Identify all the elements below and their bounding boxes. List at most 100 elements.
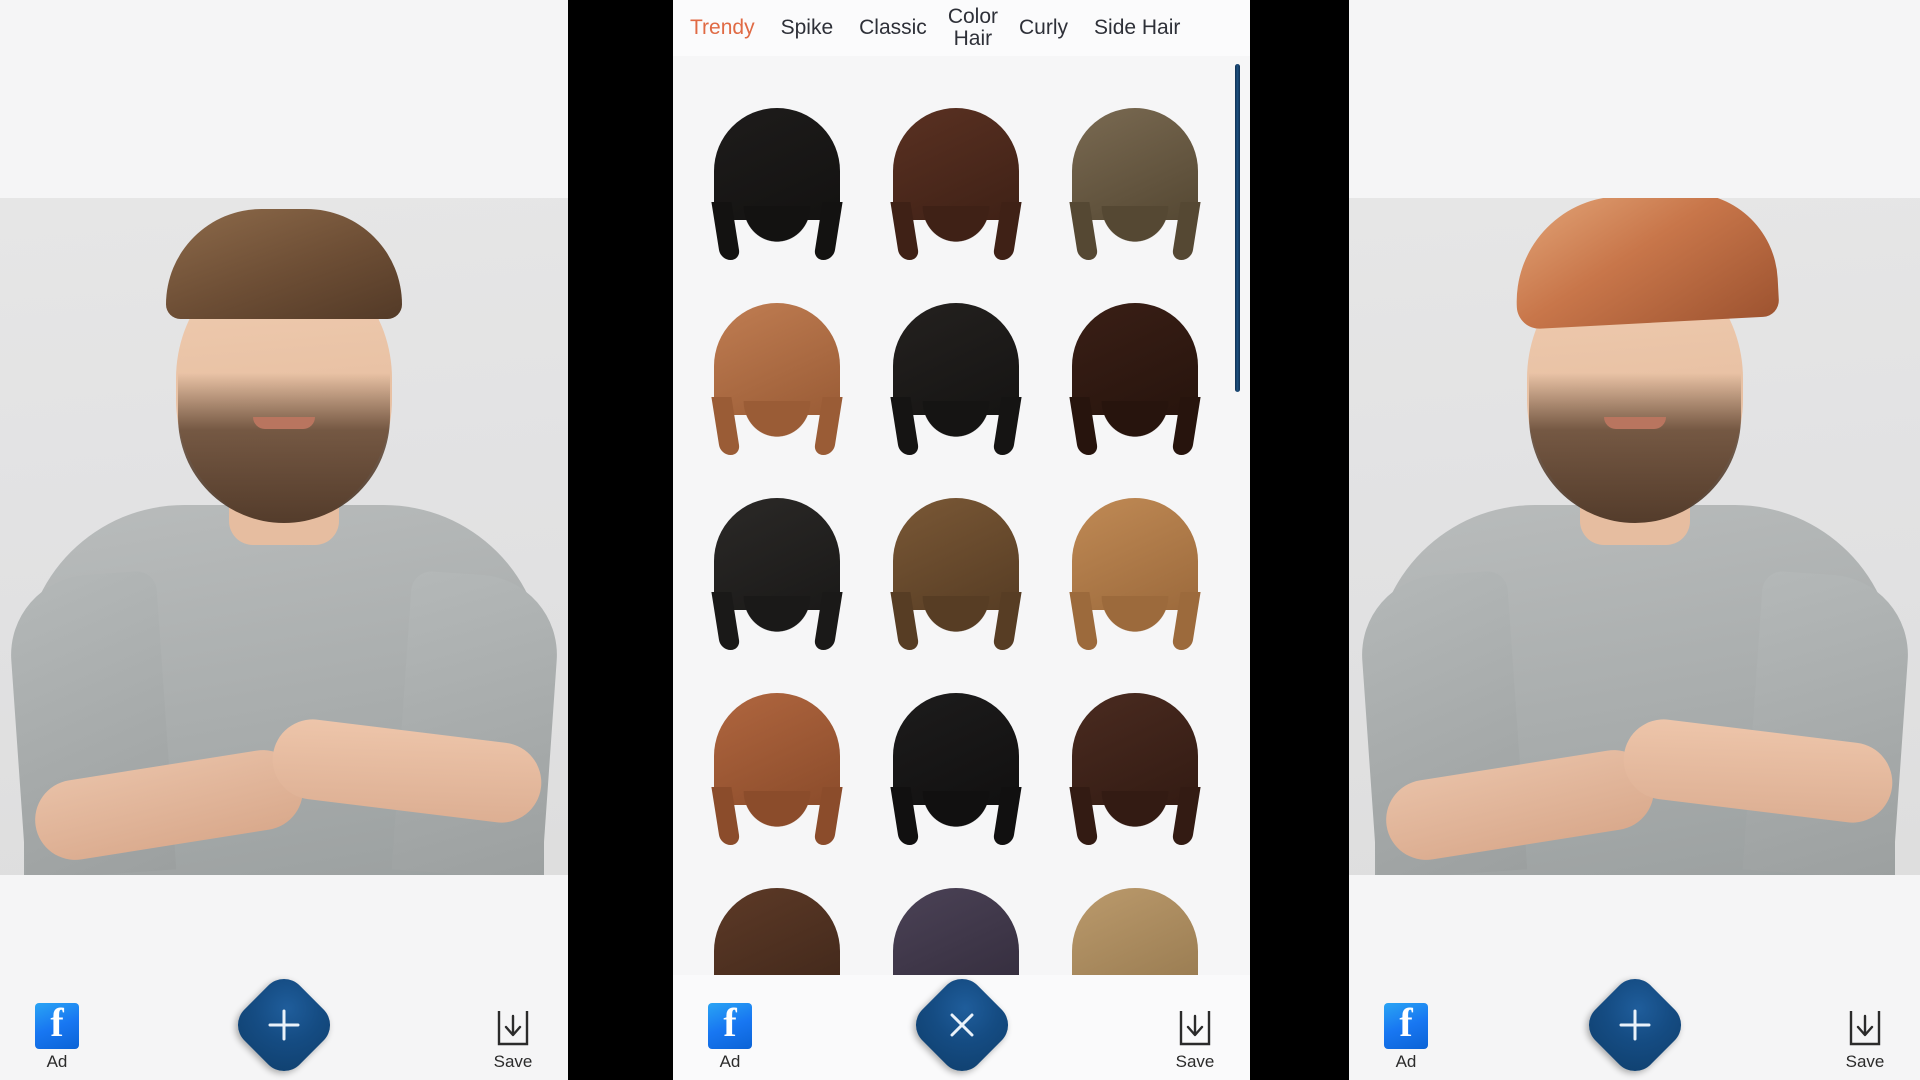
- add-button-after[interactable]: [1579, 969, 1690, 1080]
- sideburn-left: [710, 201, 741, 260]
- sideburn-right: [991, 201, 1022, 260]
- trendy-style-6-icon: [1068, 302, 1201, 455]
- download-icon: [1179, 1011, 1211, 1046]
- trendy-style-4-icon: [710, 302, 843, 455]
- ad-label: Ad: [1395, 1052, 1417, 1071]
- hairstyle-cell[interactable]: [866, 456, 1045, 651]
- shoulder-right: [1742, 570, 1913, 875]
- panel-separator-2: [1250, 0, 1349, 1080]
- hairstyle-cell[interactable]: [687, 261, 866, 456]
- hairstyle-cell[interactable]: [866, 651, 1045, 846]
- hairstyle-cell[interactable]: [687, 66, 866, 261]
- hairstyle-cell[interactable]: [687, 456, 866, 651]
- grid-scrollbar-thumb[interactable]: [1235, 64, 1240, 392]
- sideburn-left: [889, 201, 920, 260]
- trendy-style-13-icon: [713, 887, 840, 975]
- sideburn-right: [991, 591, 1022, 650]
- portrait-before: [4, 198, 564, 875]
- trendy-style-9-icon: [1068, 497, 1201, 650]
- action-bar-after: Ad Save: [1349, 969, 1920, 1080]
- save-button-after[interactable]: Save: [1826, 1008, 1904, 1072]
- tab-trendy[interactable]: Trendy: [677, 16, 768, 39]
- trendy-style-2-icon: [889, 107, 1022, 260]
- panel-after: Ad Save: [1349, 0, 1920, 1080]
- hairstyle-cell[interactable]: [1045, 651, 1224, 846]
- hair-overlay-after: [1510, 198, 1780, 330]
- sideburn-left: [1068, 786, 1099, 845]
- hairstyle-cell[interactable]: [1045, 66, 1224, 261]
- tab-color-hair[interactable]: Color Hair: [940, 5, 1006, 50]
- sideburn-right: [991, 786, 1022, 845]
- hairstyle-cell[interactable]: [687, 651, 866, 846]
- sideburn-left: [1068, 591, 1099, 650]
- beard: [178, 373, 390, 523]
- sideburn-left: [710, 786, 741, 845]
- photo-canvas-after[interactable]: [1349, 198, 1920, 875]
- plus-icon: [268, 1009, 300, 1041]
- close-icon: [950, 1013, 973, 1037]
- sideburn-left: [889, 396, 920, 455]
- sideburn-right: [812, 786, 843, 845]
- hairstyle-grid-wrapper[interactable]: [673, 56, 1250, 975]
- beard: [1528, 373, 1741, 523]
- sideburn-right: [812, 591, 843, 650]
- portrait-after: [1355, 198, 1915, 875]
- trendy-style-3-icon: [1068, 107, 1201, 260]
- mouth: [1603, 417, 1666, 429]
- ad-button-before[interactable]: Ad: [18, 999, 96, 1072]
- sideburn-right: [991, 396, 1022, 455]
- sideburn-left: [889, 591, 920, 650]
- panel-before: Ad Save: [0, 0, 568, 1080]
- action-bar-before: Ad Save: [0, 969, 568, 1080]
- panel-separator-1: [568, 0, 673, 1080]
- sideburn-left: [1068, 201, 1099, 260]
- save-label: Save: [493, 1052, 533, 1071]
- trendy-style-7-icon: [710, 497, 843, 650]
- add-button-before[interactable]: [228, 969, 340, 1080]
- sideburn-right: [812, 396, 843, 455]
- sideburn-right: [812, 201, 843, 260]
- download-icon: [497, 1011, 529, 1046]
- save-button-chooser[interactable]: Save: [1156, 1008, 1234, 1072]
- hairstyle-grid[interactable]: [673, 56, 1250, 975]
- photo-canvas-before[interactable]: [0, 198, 568, 875]
- trendy-style-10-icon: [710, 692, 843, 845]
- hairstyle-cell[interactable]: [866, 846, 1045, 975]
- tab-classic[interactable]: Classic: [846, 16, 940, 39]
- trendy-style-14-icon: [892, 887, 1019, 975]
- hair-overlay-before: [166, 209, 402, 319]
- hairstyle-cell[interactable]: [1045, 456, 1224, 651]
- sideburn-right: [1170, 591, 1201, 650]
- category-tab-bar[interactable]: Trendy Spike Classic Color Hair Curly Side Hai…: [673, 0, 1250, 56]
- ad-label: Ad: [46, 1052, 68, 1071]
- mouth: [253, 417, 315, 429]
- top-blank-area-before: [0, 0, 568, 198]
- hairstyle-cell[interactable]: [1045, 261, 1224, 456]
- shoulder-right: [391, 570, 563, 875]
- hairstyle-cell[interactable]: [687, 846, 866, 975]
- action-bar-chooser: Ad Save: [673, 969, 1250, 1080]
- tab-side-hair[interactable]: Side Hair: [1081, 16, 1193, 39]
- save-label: Save: [1845, 1052, 1885, 1071]
- hairstyle-cell[interactable]: [866, 66, 1045, 261]
- hairstyle-cell[interactable]: [866, 261, 1045, 456]
- tab-spike[interactable]: Spike: [768, 16, 847, 39]
- ad-button-chooser[interactable]: Ad: [691, 999, 769, 1072]
- ad-button-after[interactable]: Ad: [1367, 999, 1445, 1072]
- save-label: Save: [1175, 1052, 1215, 1071]
- sideburn-left: [710, 396, 741, 455]
- tab-curly[interactable]: Curly: [1006, 16, 1081, 39]
- grid-scrollbar[interactable]: [1235, 64, 1240, 975]
- trendy-style-15-icon: [1071, 887, 1198, 975]
- trendy-style-5-icon: [889, 302, 1022, 455]
- trendy-style-8-icon: [889, 497, 1022, 650]
- close-button-chooser[interactable]: [906, 969, 1017, 1080]
- panel-chooser: Trendy Spike Classic Color Hair Curly Side Hai…: [673, 0, 1250, 1080]
- trendy-style-1-icon: [710, 107, 843, 260]
- sideburn-left: [710, 591, 741, 650]
- trendy-style-12-icon: [1068, 692, 1201, 845]
- hairstyle-cell[interactable]: [1045, 846, 1224, 975]
- save-button-before[interactable]: Save: [474, 1008, 552, 1072]
- download-icon: [1849, 1011, 1881, 1046]
- top-blank-area-after: [1349, 0, 1920, 198]
